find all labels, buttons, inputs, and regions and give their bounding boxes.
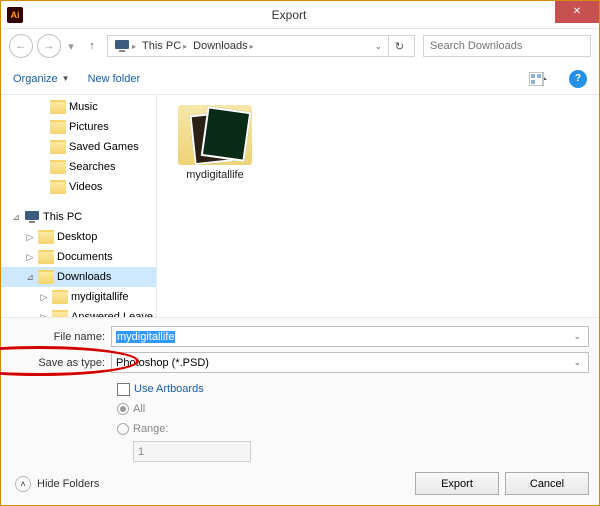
savetype-select[interactable]: Photoshop (*.PSD) ⌄ (111, 352, 589, 373)
body: Music Pictures Saved Games Searches Vide… (1, 95, 599, 317)
filename-dropdown-icon[interactable]: ⌄ (570, 331, 584, 342)
breadcrumb[interactable]: ▸ This PC▸ Downloads▸ ⌄ ↻ (107, 35, 415, 57)
search-input[interactable] (423, 35, 591, 57)
use-artboards-checkbox[interactable] (117, 383, 130, 396)
export-button[interactable]: Export (415, 472, 499, 495)
sidebar-item-thispc[interactable]: ⊿This PC (1, 207, 156, 227)
range-label: Range: (133, 423, 168, 435)
refresh-icon[interactable]: ↻ (388, 35, 410, 57)
window-title: Export (23, 8, 555, 22)
folder-item[interactable]: mydigitallife (171, 105, 259, 181)
filename-label: File name: (11, 331, 111, 343)
close-icon[interactable]: ✕ (555, 1, 599, 23)
bottom-panel: File name: mydigitallife ⌄ Save as type:… (1, 317, 599, 505)
sidebar-item-answeredleave[interactable]: ▷Answered Leave (1, 307, 156, 317)
up-icon[interactable]: ↑ (81, 35, 103, 57)
titlebar: Ai Export ✕ (1, 1, 599, 29)
sidebar-spacer (1, 197, 156, 207)
breadcrumb-item-thispc[interactable]: This PC▸ (140, 40, 189, 52)
file-pane[interactable]: mydigitallife (157, 95, 599, 317)
sidebar-item-videos[interactable]: Videos (1, 177, 156, 197)
nav-bar: ← → ▾ ↑ ▸ This PC▸ Downloads▸ ⌄ ↻ (1, 29, 599, 63)
cancel-button[interactable]: Cancel (505, 472, 589, 495)
chevron-up-icon: ˄ (15, 476, 31, 492)
organize-button[interactable]: Organize▼ (13, 73, 70, 85)
sidebar-item-music[interactable]: Music (1, 97, 156, 117)
app-icon: Ai (7, 7, 23, 23)
sidebar-item-desktop[interactable]: ▷Desktop (1, 227, 156, 247)
history-dropdown-icon[interactable]: ▾ (65, 34, 77, 58)
breadcrumb-root-icon[interactable]: ▸ (112, 39, 138, 53)
range-radio (117, 423, 129, 435)
all-radio (117, 403, 129, 415)
back-icon[interactable]: ← (9, 34, 33, 58)
hide-folders-button[interactable]: ˄ Hide Folders (15, 476, 99, 492)
sidebar[interactable]: Music Pictures Saved Games Searches Vide… (1, 95, 157, 317)
help-icon[interactable]: ? (569, 70, 587, 88)
sidebar-item-pictures[interactable]: Pictures (1, 117, 156, 137)
savetype-dropdown-icon[interactable]: ⌄ (570, 357, 584, 368)
sidebar-item-documents[interactable]: ▷Documents (1, 247, 156, 267)
sidebar-item-mydigitallife[interactable]: ▷mydigitallife (1, 287, 156, 307)
use-artboards-label[interactable]: Use Artboards (134, 383, 204, 395)
toolbar: Organize▼ New folder ? (1, 63, 599, 95)
folder-label: mydigitallife (171, 169, 259, 181)
folder-icon (178, 105, 252, 165)
view-options-icon[interactable] (525, 68, 551, 90)
savetype-label: Save as type: (11, 357, 111, 369)
new-folder-button[interactable]: New folder (88, 73, 141, 85)
export-dialog: Ai Export ✕ ← → ▾ ↑ ▸ This PC▸ Downloads… (0, 0, 600, 506)
breadcrumb-item-downloads[interactable]: Downloads▸ (191, 40, 255, 52)
breadcrumb-dropdown-icon[interactable]: ⌄ (370, 41, 386, 52)
forward-icon[interactable]: → (37, 34, 61, 58)
sidebar-item-downloads[interactable]: ⊿Downloads (1, 267, 156, 287)
all-label: All (133, 403, 145, 415)
range-input (133, 441, 251, 462)
filename-input[interactable]: mydigitallife ⌄ (111, 326, 589, 347)
sidebar-item-searches[interactable]: Searches (1, 157, 156, 177)
sidebar-item-savedgames[interactable]: Saved Games (1, 137, 156, 157)
